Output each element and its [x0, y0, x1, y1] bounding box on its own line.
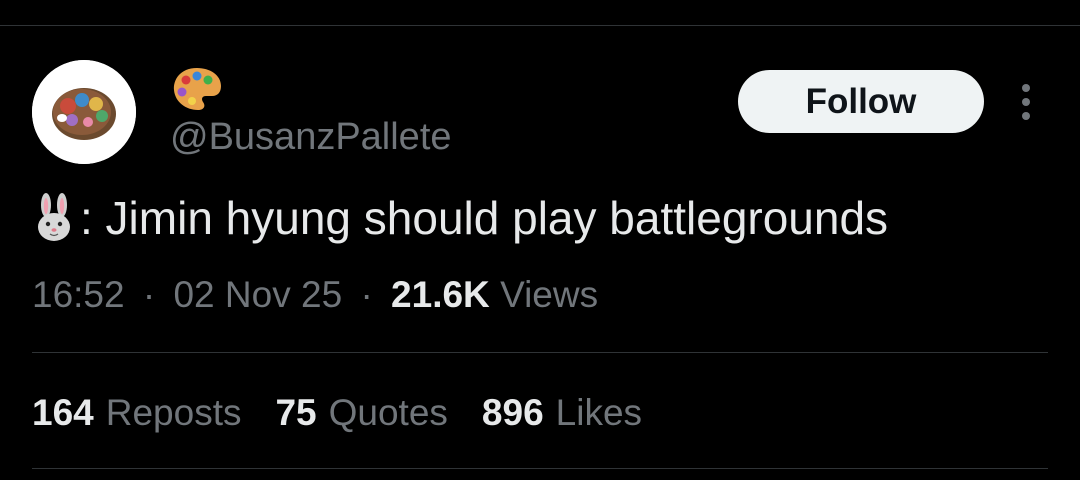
quotes-count: 75 — [275, 392, 317, 433]
reposts-label: Reposts — [105, 392, 242, 433]
tweet-meta: 16:52 · 02 Nov 25 · 21.6K Views — [32, 272, 598, 318]
likes-label: Likes — [555, 392, 643, 433]
tweet-body-text: : Jimin hyung should play battlegrounds — [80, 192, 889, 244]
top-divider — [0, 25, 1080, 26]
display-name[interactable] — [170, 64, 224, 114]
stats-divider-top — [32, 352, 1048, 353]
avatar[interactable] — [32, 60, 136, 164]
reposts-stat[interactable]: 164 Reposts — [32, 390, 241, 436]
quotes-stat[interactable]: 75 Quotes — [275, 390, 447, 436]
more-options-icon — [1022, 84, 1030, 120]
quotes-label: Quotes — [328, 392, 448, 433]
views-count: 21.6K — [391, 274, 490, 315]
artist-palette-icon — [173, 68, 221, 110]
meta-separator: · — [360, 274, 373, 315]
views-label: Views — [500, 274, 599, 315]
rabbit-face-icon — [32, 193, 76, 243]
more-options-button[interactable] — [1006, 80, 1046, 124]
tweet-text: : Jimin hyung should play battlegrounds — [32, 190, 888, 246]
likes-stat[interactable]: 896 Likes — [482, 390, 642, 436]
meta-separator: · — [142, 274, 156, 315]
stats-divider-bottom — [32, 468, 1048, 469]
tweet-date[interactable]: 02 Nov 25 — [173, 274, 342, 315]
reposts-count: 164 — [32, 392, 94, 433]
user-handle[interactable]: @BusanzPallete — [170, 115, 452, 159]
follow-button[interactable]: Follow — [738, 70, 984, 133]
paint-palette-avatar-icon — [32, 60, 136, 164]
tweet-stats: 164 Reposts 75 Quotes 896 Likes — [32, 390, 676, 436]
likes-count: 896 — [481, 392, 544, 433]
tweet-time[interactable]: 16:52 — [32, 274, 125, 315]
